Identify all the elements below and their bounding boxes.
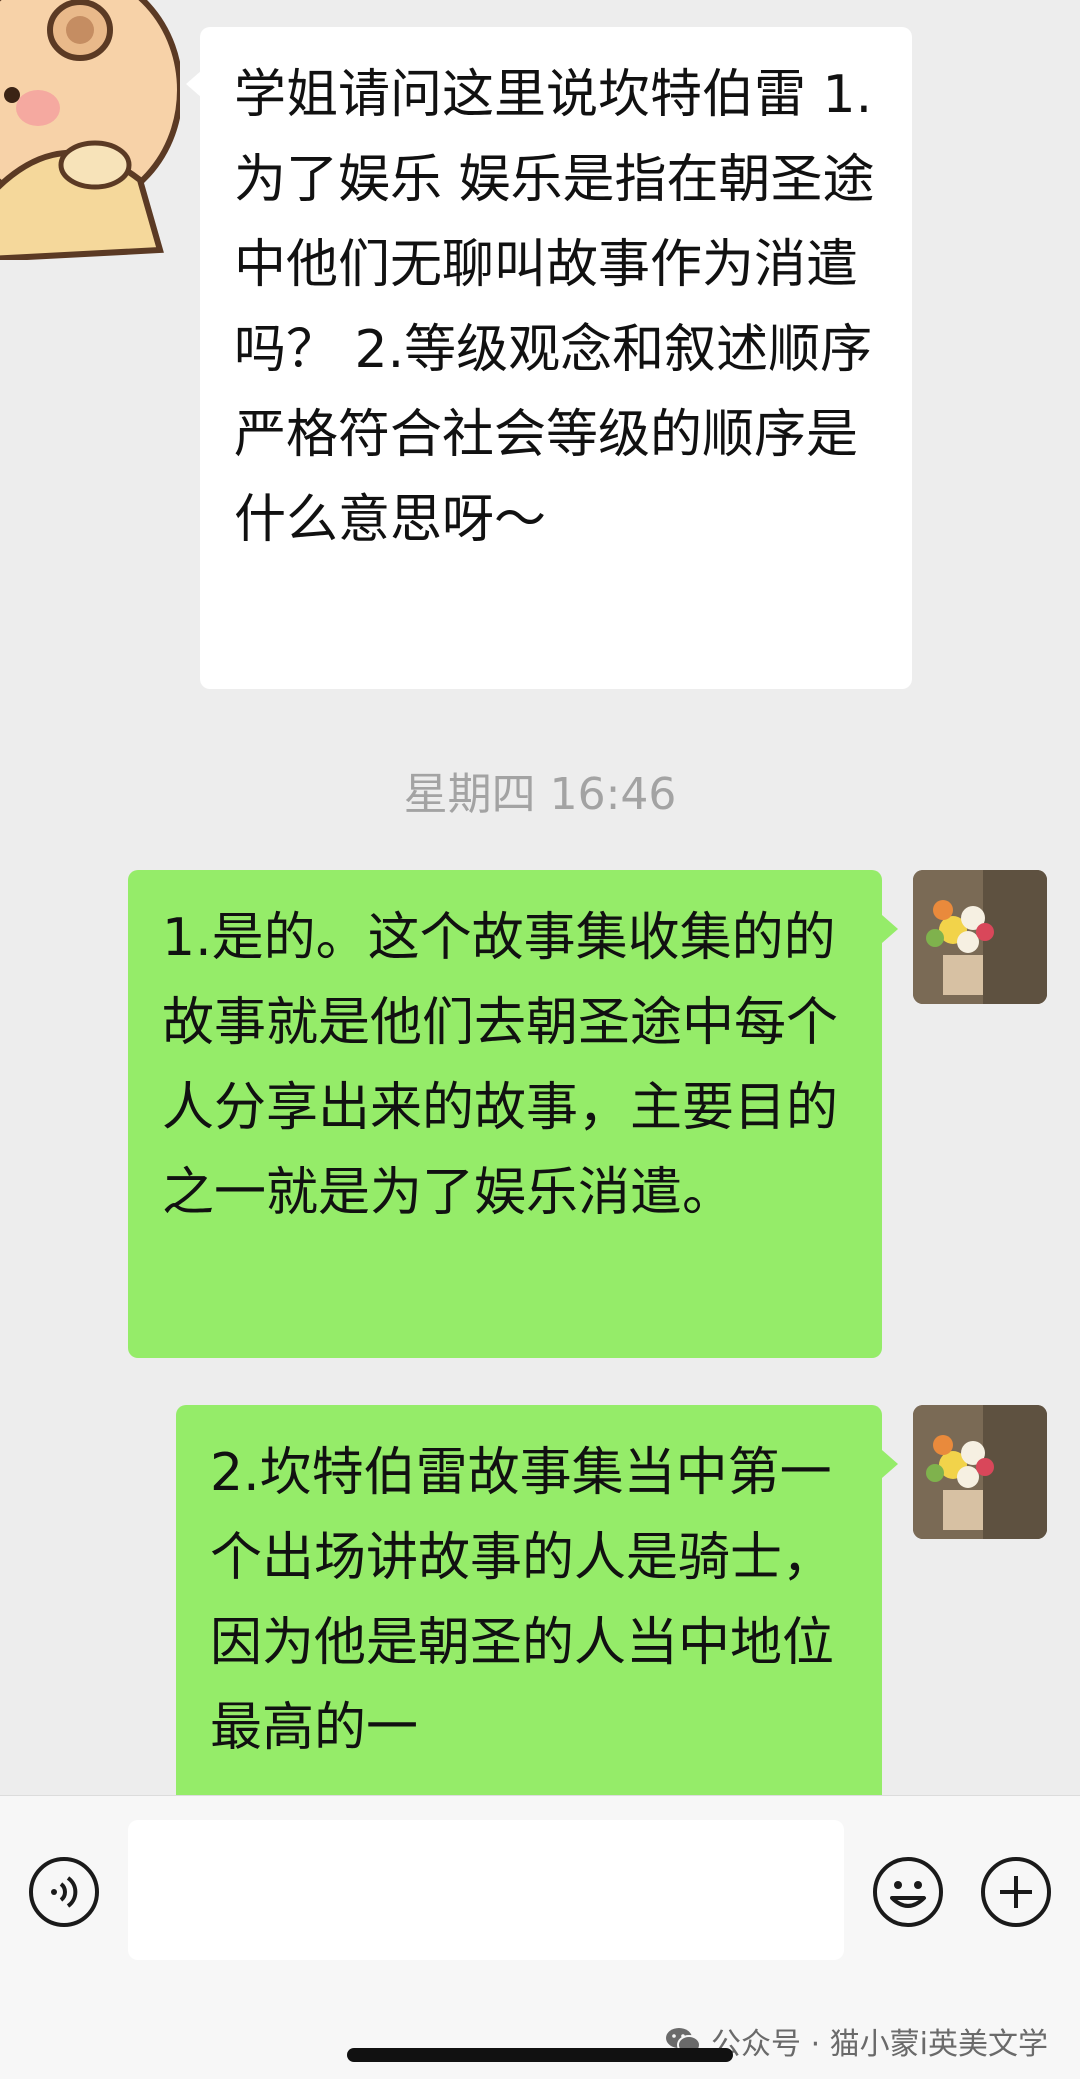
message-input[interactable] xyxy=(128,1820,844,1960)
message-bubble-outgoing[interactable]: 2.坎特伯雷故事集当中第一个出场讲故事的人是骑士，因为他是朝圣的人当中地位最高的… xyxy=(176,1405,882,1795)
home-indicator[interactable] xyxy=(347,2048,733,2062)
message-bubble-outgoing[interactable]: 1.是的。这个故事集收集的的故事就是他们去朝圣途中每个人分享出来的故事，主要目的… xyxy=(128,870,882,1358)
bear-avatar-icon xyxy=(0,0,180,260)
chat-input-bar: 公众号 · 猫小蒙i英美文学 xyxy=(0,1795,1080,2079)
voice-button[interactable] xyxy=(28,1856,100,1928)
outgoing-bubble-tail xyxy=(882,915,898,943)
voice-icon xyxy=(29,1857,99,1927)
plus-icon xyxy=(981,1857,1051,1927)
message-timestamp: 星期四 16:46 xyxy=(403,769,677,820)
watermark-text: 公众号 · 猫小蒙i英美文学 xyxy=(711,2027,1048,2062)
message-bubble-incoming[interactable]: 学姐请问这里说坎特伯雷 1.为了娱乐 娱乐是指在朝圣途中他们无聊叫故事作为消遣吗… xyxy=(200,27,912,689)
emoji-button[interactable] xyxy=(872,1856,944,1928)
my-avatar[interactable] xyxy=(913,870,1047,1004)
contact-avatar[interactable] xyxy=(0,0,180,260)
outgoing-bubble-tail xyxy=(882,1450,898,1478)
flowers-avatar-icon xyxy=(913,870,1047,1004)
emoji-icon xyxy=(873,1857,943,1927)
my-avatar[interactable] xyxy=(913,1405,1047,1539)
chat-area[interactable]: 学姐请问这里说坎特伯雷 1.为了娱乐 娱乐是指在朝圣途中他们无聊叫故事作为消遣吗… xyxy=(0,0,1080,1795)
more-button[interactable] xyxy=(980,1856,1052,1928)
flowers-avatar-icon xyxy=(913,1405,1047,1539)
